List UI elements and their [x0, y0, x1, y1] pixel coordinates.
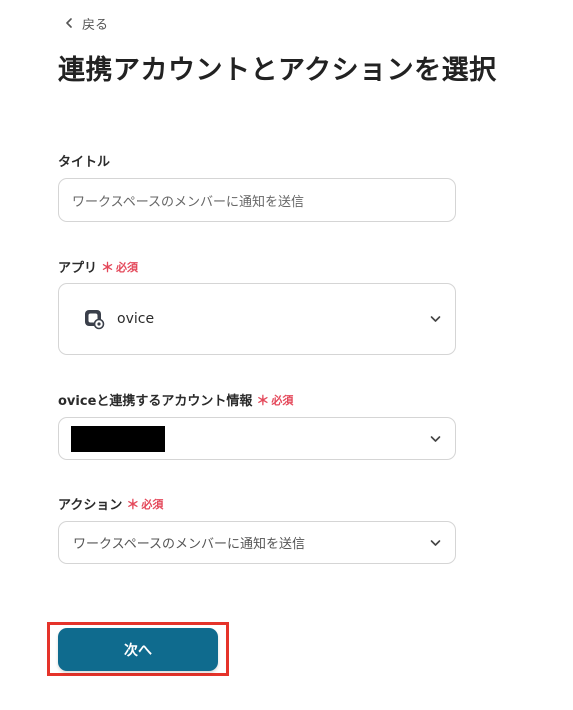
required-badge: ＊ 必須: [101, 257, 139, 277]
action-label-text: アクション: [58, 498, 123, 513]
title-input[interactable]: [70, 191, 444, 209]
title-label-text: タイトル: [58, 155, 111, 170]
app-label-text: アプリ: [58, 261, 98, 276]
selected-app-name: ovice: [117, 311, 155, 327]
action-field-label: アクション ＊ 必須: [58, 494, 164, 514]
app-select[interactable]: ovice: [58, 283, 456, 355]
required-badge: ＊ 必須: [126, 494, 164, 514]
title-field[interactable]: [58, 178, 456, 222]
back-label: 戻る: [82, 17, 109, 33]
redacted-account-name: [71, 425, 165, 452]
account-select[interactable]: [58, 417, 456, 460]
chevron-left-icon: [66, 18, 72, 28]
required-asterisk: ＊: [101, 261, 115, 276]
required-text: 必須: [271, 393, 294, 407]
back-link[interactable]: 戻る: [64, 13, 108, 33]
page-title: 連携アカウントとアクションを選択: [58, 55, 497, 86]
required-asterisk: ＊: [126, 498, 140, 513]
account-field-label: oviceと連携するアカウント情報 ＊ 必須: [58, 390, 294, 410]
required-asterisk: ＊: [256, 394, 270, 409]
required-text: 必須: [141, 497, 164, 511]
chevron-down-icon: [430, 539, 441, 546]
required-badge: ＊ 必須: [256, 390, 294, 410]
title-field-label: タイトル: [58, 151, 110, 170]
next-button[interactable]: 次へ: [58, 628, 218, 671]
account-label-text: oviceと連携するアカウント情報: [58, 394, 253, 409]
required-text: 必須: [116, 260, 139, 274]
action-select[interactable]: ワークスペースのメンバーに通知を送信: [58, 521, 456, 564]
app-field-label: アプリ ＊ 必須: [58, 257, 139, 277]
ovice-logo-icon: [85, 310, 105, 330]
chevron-down-icon: [430, 316, 441, 322]
chevron-down-icon: [430, 435, 441, 442]
selected-action: ワークスペースのメンバーに通知を送信: [73, 537, 306, 552]
